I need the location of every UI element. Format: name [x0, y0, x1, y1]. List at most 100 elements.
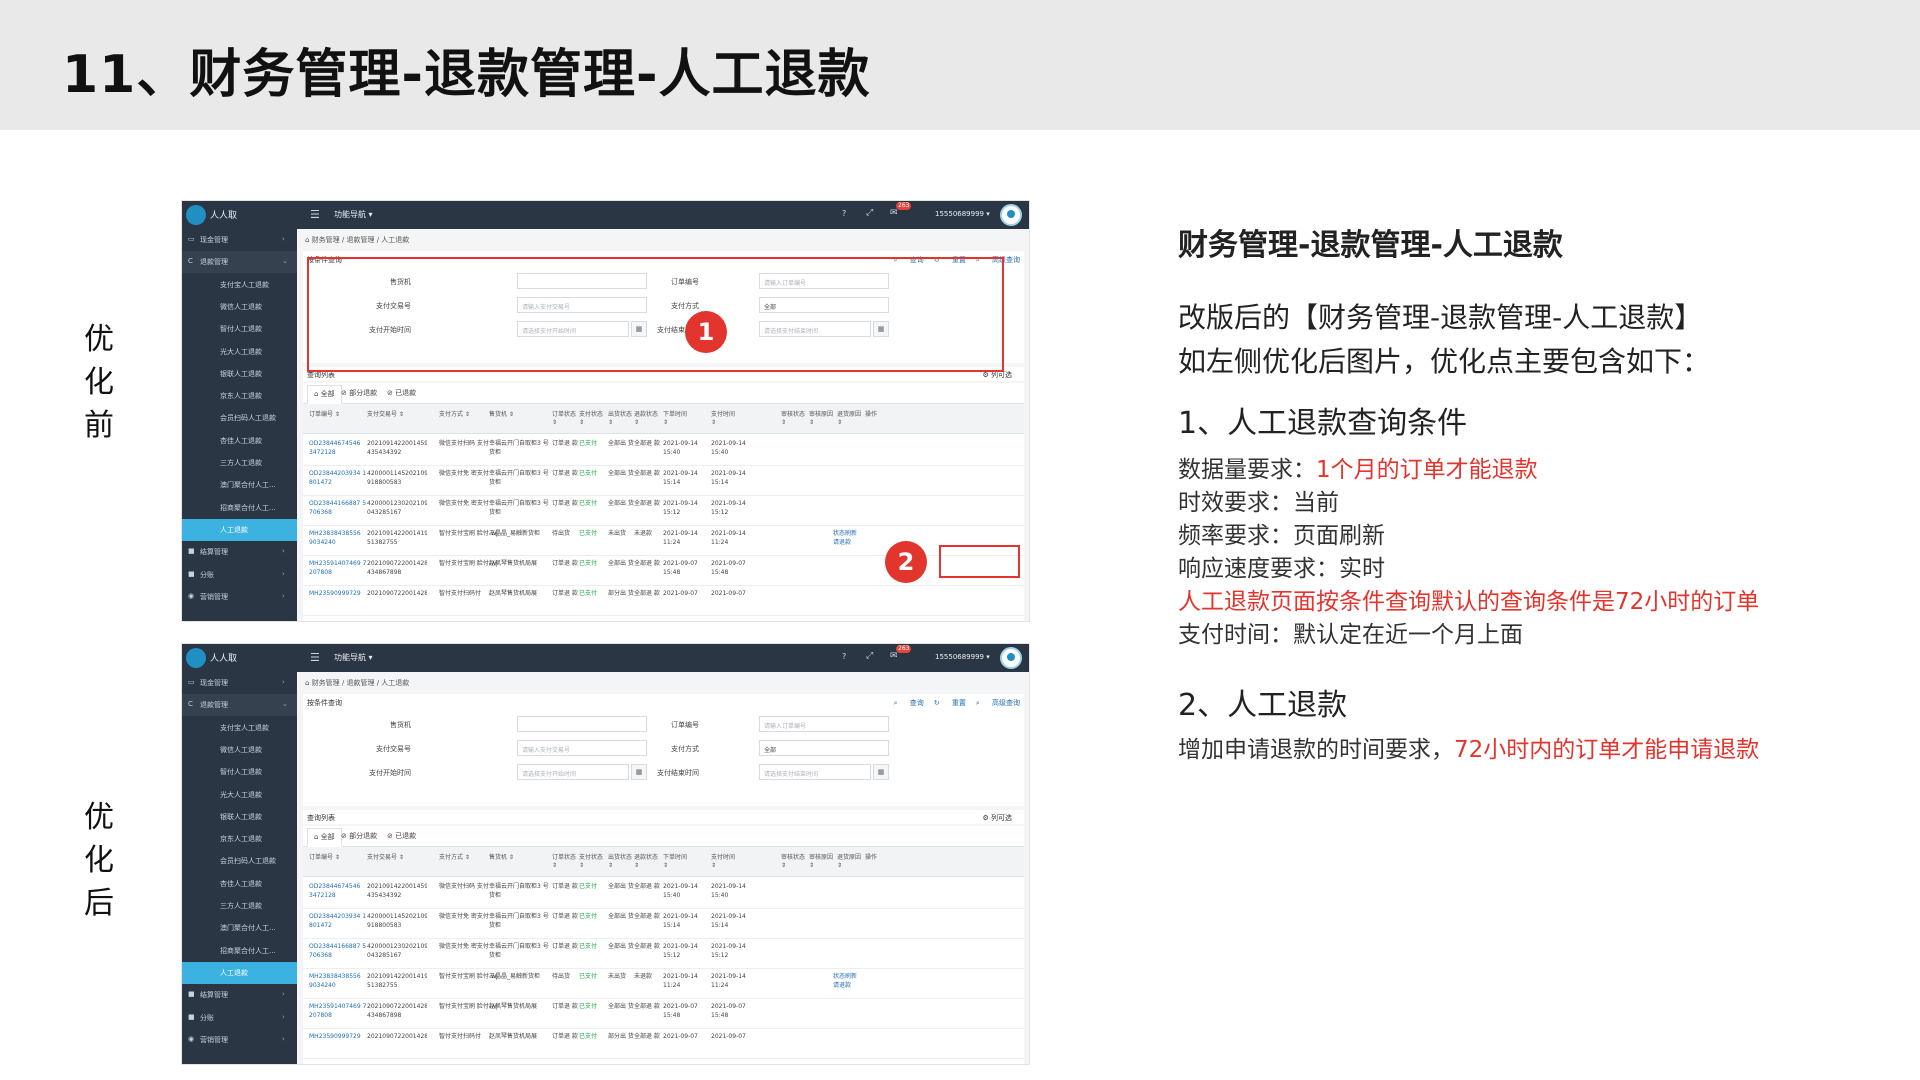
column-header[interactable]: 退款状态 ⇕ [634, 854, 660, 870]
column-header[interactable]: 订单编号 ⇕ [309, 411, 365, 419]
sidebar-item[interactable]: 澳门聚合付人工... [182, 917, 297, 939]
sidebar-item[interactable]: ▭ › 现金管理 [182, 229, 297, 251]
column-header[interactable]: 订单状态 ⇕ [552, 854, 578, 870]
column-header[interactable]: 订单编号 ⇕ [309, 854, 365, 862]
sidebar-item[interactable]: ◉ › 营销管理 [182, 1029, 297, 1051]
sidebar-item[interactable]: ■ › 结算管理 [182, 541, 297, 563]
hamburger-menu-icon[interactable]: ☰ [310, 208, 320, 221]
sidebar-item[interactable]: 会员扫码人工退款 [182, 850, 297, 872]
table-cell[interactable]: OD23844674546 3472128 [309, 439, 369, 457]
sidebar-item[interactable]: 澳门聚合付人工... [182, 474, 297, 496]
notification-icon[interactable]: ✉ [890, 651, 898, 661]
table-cell[interactable]: MH23590999729 [309, 589, 369, 598]
function-nav-dropdown[interactable]: 功能导航 ▾ [334, 209, 373, 220]
column-header[interactable]: 支付方式 ⇕ [439, 854, 495, 862]
pay-method-field[interactable]: 全部 [759, 740, 889, 756]
table-row[interactable]: OD23844203934 1 801472420000114520210914… [303, 908, 1024, 939]
column-header[interactable]: 支付方式 ⇕ [439, 411, 495, 419]
column-header[interactable]: 出货状态 ⇕ [608, 411, 634, 427]
table-row[interactable]: MH235909997292021090722001428621智付支付扫码付赵… [303, 1028, 1024, 1059]
help-icon[interactable]: ? [842, 209, 846, 218]
column-header[interactable]: 下单时间 ⇕ [663, 854, 689, 870]
tab[interactable]: ⌂ 全部 [307, 385, 342, 404]
sidebar-item[interactable]: 智付人工退款 [182, 761, 297, 783]
column-header[interactable]: 退货原因 ⇕ [837, 854, 863, 870]
order-no-field[interactable]: 请输入订单编号 [759, 716, 889, 732]
column-selector[interactable]: ⚙ 列可选 [982, 813, 1012, 823]
query-button[interactable]: ⌕ 查询 [894, 699, 924, 707]
tab[interactable]: ⊘ 部分退款 [341, 388, 377, 398]
column-header[interactable]: 订单状态 ⇕ [552, 411, 578, 427]
fullscreen-icon[interactable]: ⤢ [866, 651, 873, 661]
column-header[interactable]: 售货机 ⇕ [489, 854, 545, 862]
column-header[interactable]: 支付状态 ⇕ [579, 411, 605, 427]
sidebar-item[interactable]: 招商聚合付人工... [182, 940, 297, 962]
sidebar-item[interactable]: 杏佳人工退款 [182, 873, 297, 895]
fullscreen-icon[interactable]: ⤢ [866, 208, 873, 218]
tab[interactable]: ⊘ 部分退款 [341, 831, 377, 841]
table-cell[interactable]: MH23590999729 [309, 1032, 369, 1041]
sidebar-item[interactable]: 三方人工退款 [182, 895, 297, 917]
function-nav-dropdown[interactable]: 功能导航 ▾ [334, 652, 373, 663]
table-row[interactable]: OD23844674546 34721282021091422001459461… [303, 435, 1024, 466]
column-header[interactable]: 支付状态 ⇕ [579, 854, 605, 870]
sidebar-item[interactable]: 银联人工退款 [182, 806, 297, 828]
sidebar-item[interactable]: 人工退款 [182, 961, 297, 984]
sidebar-item[interactable]: 光大人工退款 [182, 341, 297, 363]
sidebar-item[interactable]: ■ › 分账 [182, 1007, 297, 1029]
pay-start-field[interactable]: 请选择支付开始时间 [517, 764, 629, 780]
column-header[interactable]: 操作 [865, 411, 891, 419]
column-header[interactable]: 退款状态 ⇕ [634, 411, 660, 427]
table-row[interactable]: OD23844203934 1 801472420000114520210914… [303, 465, 1024, 496]
notification-icon[interactable]: ✉ [890, 208, 898, 218]
sidebar-item[interactable]: 微信人工退款 [182, 739, 297, 761]
sidebar-item[interactable]: C ⌄ 退款管理 [182, 694, 297, 717]
column-header[interactable]: 审核原因 ⇕ [809, 854, 835, 870]
table-cell[interactable]: OD23844203934 1 801472 [309, 469, 369, 487]
tab[interactable]: ⊘ 已退款 [387, 831, 416, 841]
avatar[interactable] [1000, 647, 1022, 669]
table-row[interactable]: MH23591407469 7 207808202109072200142862… [303, 998, 1024, 1029]
table-cell[interactable]: OD23844166887 5 706368 [309, 942, 369, 960]
table-cell[interactable]: OD23844674546 3472128 [309, 882, 369, 900]
table-row[interactable]: MH23838438556 90342402021091422001419814… [303, 968, 1024, 999]
column-header[interactable]: 操作 [865, 854, 891, 862]
sidebar-item[interactable]: 光大人工退款 [182, 784, 297, 806]
tab[interactable]: ⌂ 全部 [307, 828, 342, 847]
table-row[interactable]: OD23844166887 5 706368420000123020210914… [303, 938, 1024, 969]
sidebar-item[interactable]: C ⌄ 退款管理 [182, 251, 297, 274]
pay-end-field[interactable]: 请选择支付结束时间 [759, 764, 871, 780]
sidebar-item[interactable]: ▭ › 现金管理 [182, 672, 297, 694]
sidebar-item[interactable]: 智付人工退款 [182, 318, 297, 340]
table-cell[interactable]: MH23838438556 9034240 [309, 972, 369, 990]
advanced-query-button[interactable]: ⌕ 高级查询 [976, 699, 1020, 707]
table-cell[interactable]: OD23844166887 5 706368 [309, 499, 369, 517]
avatar[interactable] [1000, 204, 1022, 226]
column-header[interactable]: 审核原因 ⇕ [809, 411, 835, 427]
reset-button[interactable]: ↻ 重置 [934, 699, 966, 707]
refund-action-link[interactable]: 状态刷新 请退款 [833, 972, 863, 990]
sidebar-item[interactable]: ■ › 分账 [182, 564, 297, 586]
sidebar-item[interactable]: 支付宝人工退款 [182, 717, 297, 739]
sidebar-item[interactable]: 微信人工退款 [182, 296, 297, 318]
hamburger-menu-icon[interactable]: ☰ [310, 651, 320, 664]
column-header[interactable]: 审核状态 ⇕ [781, 411, 807, 427]
help-icon[interactable]: ? [842, 652, 846, 661]
column-header[interactable]: 支付交易号 ⇕ [367, 854, 423, 862]
table-row[interactable]: OD23844166887 5 706368420000123020210914… [303, 495, 1024, 526]
table-cell[interactable]: MH23591407469 7 207808 [309, 559, 369, 577]
column-header[interactable]: 退货原因 ⇕ [837, 411, 863, 427]
column-header[interactable]: 售货机 ⇕ [489, 411, 545, 419]
column-header[interactable]: 支付交易号 ⇕ [367, 411, 423, 419]
table-cell[interactable]: MH23591407469 7 207808 [309, 1002, 369, 1020]
sidebar-item[interactable]: ◉ › 营销管理 [182, 586, 297, 608]
table-row[interactable]: MH235909997292021090722001428621智付支付扫码付赵… [303, 585, 1024, 616]
sidebar-item[interactable]: 招商聚合付人工... [182, 497, 297, 519]
sidebar-item[interactable]: ■ › 结算管理 [182, 984, 297, 1006]
table-cell[interactable]: MH23838438556 9034240 [309, 529, 369, 547]
column-header[interactable]: 审核状态 ⇕ [781, 854, 807, 870]
column-header[interactable]: 下单时间 ⇕ [663, 411, 689, 427]
sidebar-item[interactable]: 人工退款 [182, 518, 297, 541]
column-header[interactable]: 支付时间 ⇕ [711, 854, 737, 870]
sidebar-item[interactable]: 三方人工退款 [182, 452, 297, 474]
